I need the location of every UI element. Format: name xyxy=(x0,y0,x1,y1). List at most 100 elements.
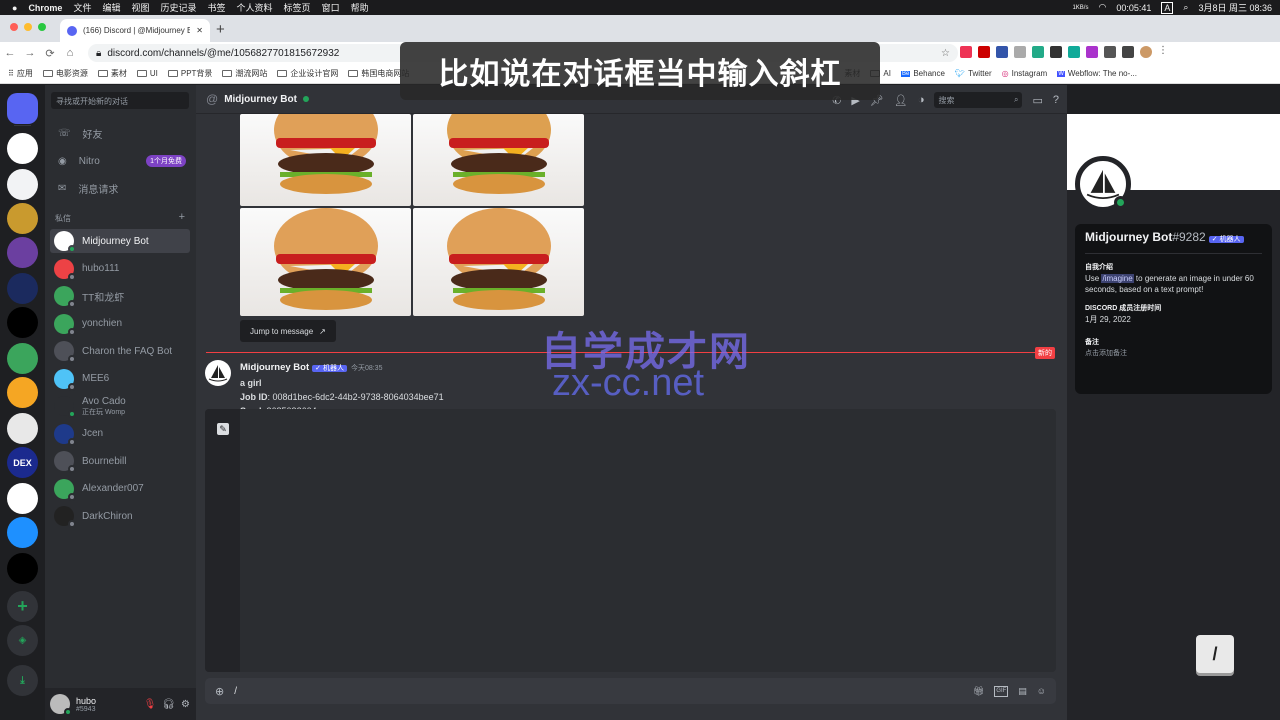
dm-item[interactable]: Avo Cado 正在玩 Womp xyxy=(50,394,190,418)
server-icon[interactable] xyxy=(7,343,38,374)
menu-item[interactable]: 帮助 xyxy=(351,1,369,14)
mute-mic-icon[interactable]: 🎙︎ xyxy=(144,699,157,710)
dm-item[interactable]: Jcen xyxy=(50,422,190,446)
back-icon[interactable]: ← xyxy=(0,47,20,59)
jump-to-message-button[interactable]: Jump to message ↗ xyxy=(240,320,336,342)
generated-image[interactable] xyxy=(240,208,411,316)
server-icon[interactable] xyxy=(7,377,38,408)
bookmark-folder[interactable]: 素材 xyxy=(97,68,127,79)
message-avatar[interactable] xyxy=(205,360,231,386)
extension-icon[interactable] xyxy=(1068,46,1080,58)
menu-item[interactable]: 窗口 xyxy=(322,1,340,14)
sidepanel-icon[interactable] xyxy=(1122,46,1134,58)
server-icon[interactable] xyxy=(7,413,38,444)
extension-icon[interactable] xyxy=(1032,46,1044,58)
sticker-icon[interactable]: ▤ xyxy=(1018,686,1027,697)
server-icon[interactable] xyxy=(7,237,38,268)
bookmark-folder[interactable]: UI xyxy=(136,69,158,78)
imagine-command-link[interactable]: /imagine xyxy=(1101,274,1134,283)
explore-compass-icon[interactable]: ◈ xyxy=(7,625,38,656)
dm-item[interactable]: Charon the FAQ Bot xyxy=(50,339,190,363)
generated-image[interactable] xyxy=(413,208,584,316)
profile-avatar[interactable] xyxy=(1140,46,1152,58)
inbox-icon[interactable]: ▭ xyxy=(1032,94,1042,107)
add-server-icon[interactable]: + xyxy=(7,591,38,622)
bookmark-webflow[interactable]: W Webflow: The no-... xyxy=(1057,69,1137,78)
minimize-window-icon[interactable] xyxy=(24,23,32,31)
headphones-icon[interactable]: 🎧︎ xyxy=(162,699,175,710)
server-icon[interactable] xyxy=(7,133,38,164)
more-icon[interactable]: ⋮ xyxy=(1158,46,1170,58)
generated-image[interactable] xyxy=(240,114,411,206)
header-search-input[interactable]: 搜索 ⌕ xyxy=(934,92,1023,108)
menu-item[interactable]: 书签 xyxy=(208,1,226,14)
input-method[interactable]: A xyxy=(1161,1,1174,14)
message-author[interactable]: Midjourney Bot xyxy=(240,362,309,373)
bookmark-twitter[interactable]: 🐦︎ Twitter xyxy=(955,69,992,78)
extension-icon[interactable] xyxy=(978,46,990,58)
extension-icon[interactable] xyxy=(996,46,1008,58)
generated-image[interactable] xyxy=(413,114,584,206)
extension-icon[interactable] xyxy=(960,46,972,58)
dm-item[interactable]: Alexander007 xyxy=(50,477,190,501)
add-friend-icon[interactable]: 👤︎ xyxy=(894,94,908,107)
home-icon[interactable]: ⌂ xyxy=(60,47,80,59)
bookmark-folder[interactable]: 潮流网站 xyxy=(222,68,267,79)
extension-icon[interactable] xyxy=(1050,46,1062,58)
dm-item[interactable]: MEE6 xyxy=(50,367,190,391)
server-icon[interactable] xyxy=(7,517,38,548)
menubar-app[interactable]: Chrome xyxy=(28,3,62,13)
bookmark-apps[interactable]: ⠿ 应用 xyxy=(8,68,33,79)
download-apps-icon[interactable]: ⤓ xyxy=(7,665,38,696)
apple-icon[interactable]: ● xyxy=(12,3,17,13)
menu-item[interactable]: 文件 xyxy=(73,1,91,14)
menu-item[interactable]: 视图 xyxy=(131,1,149,14)
discord-home-button[interactable] xyxy=(7,93,38,124)
forward-icon[interactable]: → xyxy=(20,47,40,59)
server-icon[interactable] xyxy=(7,169,38,200)
datetime[interactable]: 3月8日 周三 08:36 xyxy=(1198,1,1272,14)
dm-item[interactable]: TT和龙虾 xyxy=(50,284,190,308)
dm-item[interactable]: DarkChiron xyxy=(50,504,190,528)
server-icon[interactable] xyxy=(7,483,38,514)
server-icon[interactable] xyxy=(7,307,38,338)
bookmark-folder[interactable]: 电影资源 xyxy=(42,68,88,79)
settings-gear-icon[interactable]: ⚙ xyxy=(181,699,190,710)
menu-item[interactable]: 编辑 xyxy=(102,1,120,14)
gif-icon[interactable]: GIF xyxy=(994,685,1009,697)
reload-icon[interactable]: ⟳ xyxy=(40,47,60,60)
menu-item[interactable]: 历史记录 xyxy=(161,1,197,14)
server-icon[interactable] xyxy=(7,273,38,304)
bookmark-folder[interactable]: 企业设计官网 xyxy=(277,68,338,79)
nav-message-requests[interactable]: ✉ 消息请求 xyxy=(50,176,190,200)
nav-friends[interactable]: ☏ 好友 xyxy=(50,121,190,145)
close-tab-icon[interactable]: ✕ xyxy=(196,26,203,35)
bookmark-behance[interactable]: Bē Behance xyxy=(900,69,945,78)
new-tab-button[interactable]: + xyxy=(216,21,225,38)
image-grid[interactable] xyxy=(240,114,584,316)
puzzle-icon[interactable] xyxy=(1104,46,1116,58)
create-dm-icon[interactable]: + xyxy=(179,212,185,224)
wifi-icon[interactable]: ◠ xyxy=(1098,2,1106,13)
server-icon[interactable] xyxy=(7,203,38,234)
user-info[interactable]: hubo #5943 xyxy=(76,696,96,713)
user-avatar[interactable] xyxy=(50,694,72,716)
search-icon[interactable]: ⌕ xyxy=(1183,2,1188,13)
dm-item[interactable]: yonchien xyxy=(50,312,190,336)
help-icon[interactable]: ? xyxy=(1053,94,1059,106)
dm-item[interactable]: Midjourney Bot xyxy=(50,229,190,253)
app-command-icon[interactable]: ✎ xyxy=(217,423,229,435)
message-input[interactable]: / xyxy=(234,686,237,697)
extension-icon[interactable] xyxy=(1014,46,1026,58)
profile-toggle-icon[interactable]: ◑ xyxy=(918,94,925,106)
emoji-icon[interactable]: ☺ xyxy=(1037,686,1046,697)
tab-discord[interactable]: (166) Discord | @Midjourney B ✕ xyxy=(60,19,210,42)
bookmark-instagram[interactable]: ◎ Instagram xyxy=(1002,69,1048,78)
server-icon[interactable]: DEX xyxy=(7,447,38,478)
note-input[interactable]: 点击添加备注 xyxy=(1085,348,1262,359)
close-window-icon[interactable] xyxy=(10,23,18,31)
dm-item[interactable]: Bournebill xyxy=(50,449,190,473)
bookmark-folder[interactable]: PPT背景 xyxy=(167,68,212,79)
dm-search-input[interactable]: 寻找或开始新的对话 xyxy=(51,92,189,109)
add-attachment-icon[interactable]: ⊕ xyxy=(215,685,224,698)
